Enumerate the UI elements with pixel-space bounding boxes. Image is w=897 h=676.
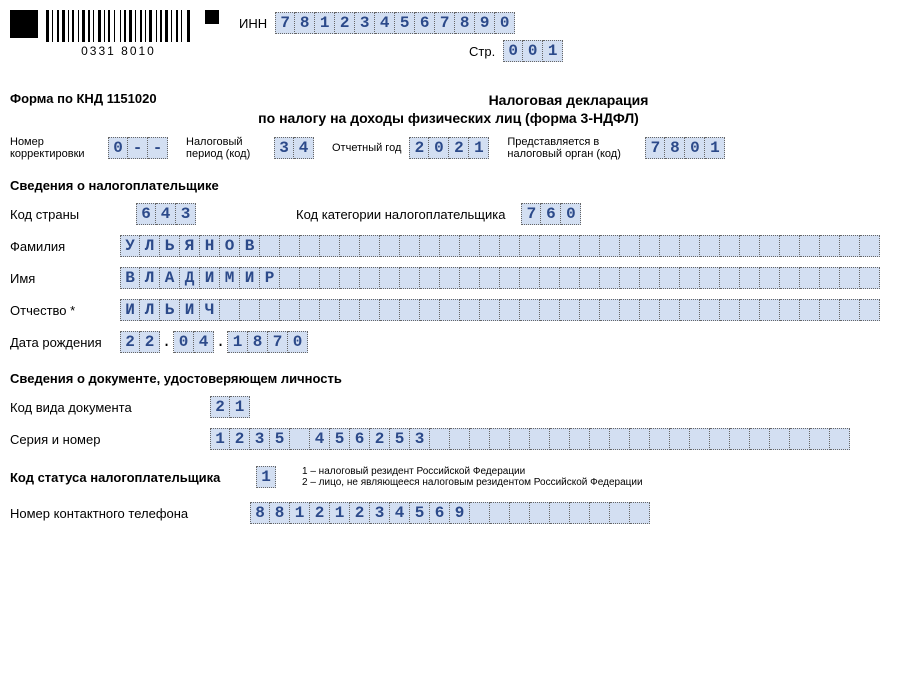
surname-label: Фамилия xyxy=(10,239,120,254)
country-cells: 643 xyxy=(136,203,196,225)
doc-type-label: Код вида документа xyxy=(10,400,210,415)
taxpayer-header: Сведения о налогоплательщике xyxy=(10,178,887,193)
barcode-bars xyxy=(46,10,191,42)
doc-serial-label: Серия и номер xyxy=(10,432,210,447)
tax-authority-cells: 7801 xyxy=(645,137,725,159)
inn-cells: 781234567890 xyxy=(275,12,515,34)
report-year-cells: 2021 xyxy=(409,137,489,159)
phone-label: Номер контактного телефона xyxy=(10,506,250,521)
surname-cells: УЛЬЯНОВ xyxy=(120,235,880,257)
inn-label: ИНН xyxy=(239,16,267,31)
doc-title-2: по налогу на доходы физических лиц (форм… xyxy=(10,110,887,126)
status-hint-1: 1 – налоговый резидент Российской Федера… xyxy=(302,466,643,477)
doc-header: Сведения о документе, удостоверяющем лич… xyxy=(10,371,887,386)
tax-authority-label: Представляется в налоговый орган (код) xyxy=(507,136,637,160)
form-code: Форма по КНД 1151020 xyxy=(10,91,250,106)
page-cells: 001 xyxy=(503,40,563,62)
patronymic-label: Отчество * xyxy=(10,303,120,318)
birth-date-cells: 22.04.1870 xyxy=(120,331,308,353)
patronymic-cells: ИЛЬИЧ xyxy=(120,299,880,321)
doc-type-cells: 21 xyxy=(210,396,250,418)
report-year-label: Отчетный год xyxy=(332,142,401,154)
status-hint-2: 2 – лицо, не являющееся налоговым резиде… xyxy=(302,477,643,488)
tax-period-label: Налоговый период (код) xyxy=(186,136,266,160)
marker-square-right xyxy=(205,10,219,24)
page-label: Стр. xyxy=(469,44,495,59)
doc-title-1: Налоговая декларация xyxy=(250,92,887,108)
name-label: Имя xyxy=(10,271,120,286)
barcode-block: 0331 8010 xyxy=(10,10,219,58)
category-label: Код категории налогоплательщика xyxy=(296,207,505,222)
barcode-number: 0331 8010 xyxy=(81,44,156,58)
phone-cells: 88121234569 xyxy=(250,502,650,524)
status-cells: 1 xyxy=(256,466,276,488)
country-label: Код страны xyxy=(10,207,120,222)
correction-cells: 0-- xyxy=(108,137,168,159)
marker-square-left xyxy=(10,10,38,38)
doc-serial-cells: 1235 456253 xyxy=(210,428,850,450)
name-cells: ВЛАДИМИР xyxy=(120,267,880,289)
correction-label: Номер корректировки xyxy=(10,136,100,160)
status-label: Код статуса налогоплательщика xyxy=(10,470,240,485)
birth-date-label: Дата рождения xyxy=(10,335,120,350)
tax-period-cells: 34 xyxy=(274,137,314,159)
category-cells: 760 xyxy=(521,203,581,225)
